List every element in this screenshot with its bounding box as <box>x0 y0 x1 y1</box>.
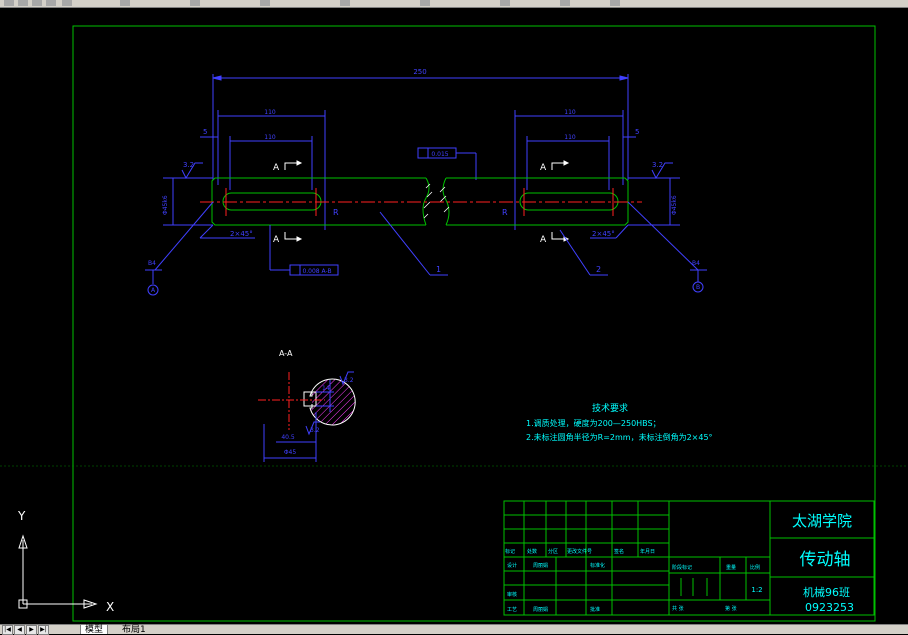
tech-line-1: 1.调质处理，硬度为200—250HBS； <box>526 418 661 428</box>
tb-mark: 标记 <box>505 548 515 555</box>
toolbar-button[interactable] <box>18 0 28 6</box>
tb-stage: 阶段标记 <box>672 564 692 571</box>
tolerance-value: 0.015 <box>431 151 448 158</box>
toolbar-button[interactable] <box>500 0 510 6</box>
chamfer-left: 2×45° <box>230 230 253 238</box>
toolbar-button[interactable] <box>610 0 620 6</box>
leader-1: 1 <box>436 265 441 274</box>
tb-review: 审核 <box>507 591 517 598</box>
part-leaders <box>379 211 608 276</box>
right-key-offset: 5 <box>635 128 639 136</box>
section-label-a1: A <box>273 163 280 173</box>
toolbar-button[interactable] <box>4 0 14 6</box>
drawing-frame <box>72 25 876 622</box>
roughness-symbols <box>181 162 673 180</box>
ucs-y-label: Y <box>17 509 26 523</box>
leader-2: 2 <box>596 265 601 274</box>
tb-date: 年月日 <box>640 548 655 555</box>
datum-right-circle: B <box>696 284 700 291</box>
title-drawing-no: 0923253 <box>805 601 854 614</box>
ucs-icon <box>18 534 98 609</box>
tb-sheet-total: 共 张 <box>672 605 684 612</box>
title-school: 太湖学院 <box>792 512 852 530</box>
section-markers <box>284 160 570 242</box>
tb-change-doc: 更改文件号 <box>567 548 592 555</box>
tech-heading: 技术要求 <box>592 402 628 414</box>
tb-zone: 分区 <box>548 548 558 555</box>
section-label-a3: A <box>540 163 547 173</box>
section-title: A-A <box>279 349 293 358</box>
title-scale: 1:2 <box>751 586 762 594</box>
diameter-right: Φ45k6 <box>671 195 678 215</box>
section-dim-depth: 40.5 <box>281 434 295 441</box>
section-roughness-bottom: 3.2 <box>310 427 320 434</box>
first-tab-button[interactable]: |◀ <box>2 625 13 635</box>
toolbar-button[interactable] <box>62 0 72 6</box>
right-key-dim-inner: 110 <box>564 134 576 141</box>
tech-line-2: 2.未标注圆角半径为R=2mm，未标注倒角为2×45° <box>526 432 713 442</box>
tb-count: 处数 <box>527 548 537 555</box>
tb-approve: 批准 <box>590 606 600 613</box>
tb-sheet-no: 第 张 <box>725 605 737 612</box>
datum-left-circle: A <box>151 287 156 294</box>
drawing-svg: 250 110 110 5 110 110 5 0.015 A A A A R … <box>0 25 908 622</box>
toolbar-button[interactable] <box>560 0 570 6</box>
section-circle <box>309 378 356 426</box>
roughness-left: 3.2 <box>183 161 194 169</box>
title-class: 机械96班 <box>803 585 850 599</box>
section-dim-overall: Φ45 <box>284 449 297 456</box>
tb-process: 工艺 <box>507 607 517 613</box>
left-key-dimension <box>200 110 326 230</box>
title-part-name: 传动轴 <box>800 550 851 570</box>
tb-process-name: 周丽娟 <box>533 606 548 613</box>
tb-sign: 签名 <box>614 548 624 555</box>
toolbar-button[interactable] <box>32 0 42 6</box>
chamfer-right: 2×45° <box>592 230 615 238</box>
section-roughness-top: 3.2 <box>344 377 354 384</box>
last-tab-button[interactable]: ▶| <box>38 625 49 635</box>
left-key-offset: 5 <box>203 128 207 136</box>
toolbar-button[interactable] <box>260 0 270 6</box>
right-key-dim-outer: 110 <box>564 109 576 116</box>
key-radius-right: R <box>502 208 508 217</box>
toolbar-button[interactable] <box>190 0 200 6</box>
cylindricity-value: 0.008 A-B <box>302 268 331 275</box>
toolbar-button[interactable] <box>120 0 130 6</box>
left-key-dim-outer: 110 <box>264 109 276 116</box>
toolbar-button[interactable] <box>46 0 56 6</box>
section-label-a4: A <box>540 235 547 245</box>
section-dim-width: 14 <box>322 385 330 392</box>
tb-standard: 标准化 <box>590 562 605 569</box>
diameter-left: Φ45k6 <box>162 195 169 215</box>
overall-dim-label: 250 <box>413 68 426 76</box>
drawing-canvas[interactable]: 250 110 110 5 110 110 5 0.015 A A A A R … <box>0 8 908 626</box>
right-key-dimension <box>514 110 636 230</box>
datum-right-label: B4 <box>692 260 700 267</box>
left-key-dim-inner: 110 <box>264 134 276 141</box>
tb-design-name: 周丽娟 <box>533 562 548 569</box>
toolbar-button[interactable] <box>420 0 430 6</box>
ucs-x-label: X <box>106 600 114 614</box>
tb-weight: 重量 <box>726 564 736 571</box>
roughness-right: 3.2 <box>652 161 663 169</box>
tb-scale-label: 比例 <box>750 564 760 571</box>
toolbar <box>0 0 908 8</box>
key-radius-left: R <box>333 208 339 217</box>
break-hatch <box>423 183 450 219</box>
datum-left-label: B4 <box>148 260 156 267</box>
tb-design: 设计 <box>507 562 517 569</box>
next-tab-button[interactable]: ▶ <box>26 625 37 635</box>
section-label-a2: A <box>273 235 280 245</box>
toolbar-button[interactable] <box>340 0 350 6</box>
prev-tab-button[interactable]: ◀ <box>14 625 25 635</box>
